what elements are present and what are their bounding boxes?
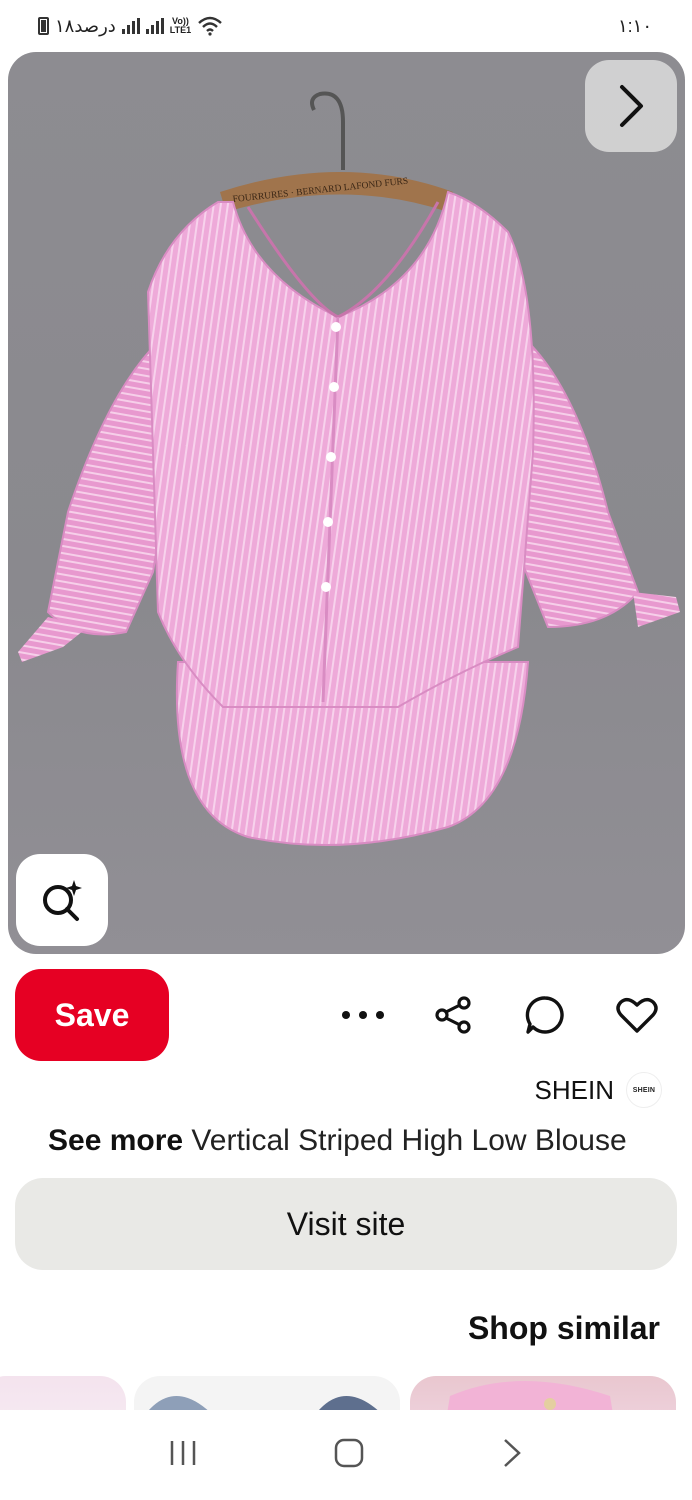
like-button[interactable] [614,992,660,1038]
back-button[interactable] [500,1437,524,1474]
brand-row[interactable]: SHEIN SHEIN [535,1072,662,1108]
pin-title-text: Vertical Striped High Low Blouse [191,1124,627,1157]
home-button[interactable] [333,1437,365,1474]
pin-image[interactable]: FOURRURES · BERNARD LAFOND FURS [8,52,685,954]
pin-title[interactable]: See more Vertical Striped High Low Blous… [48,1124,627,1158]
save-button[interactable]: Save [15,969,169,1061]
comment-button[interactable] [522,992,568,1038]
battery-text: ۱۸درصد [55,15,116,36]
comment-icon [525,996,564,1034]
brand-name[interactable]: SHEIN [535,1075,614,1106]
back-icon [504,1438,522,1467]
more-icon [342,1011,384,1019]
visual-search-icon [43,880,82,921]
status-left: ۱۸درصد Vo)) LTE1 [38,16,223,37]
recent-apps-button[interactable] [168,1438,198,1473]
volte-icon: Vo)) LTE1 [169,16,192,35]
see-more-label[interactable]: See more [48,1124,183,1157]
visual-search-button[interactable] [16,854,108,946]
next-image-button[interactable] [585,60,677,152]
blouse-photo: FOURRURES · BERNARD LAFOND FURS [18,91,680,846]
shop-similar-heading: Shop similar [467,1310,660,1346]
signal-icon [121,18,140,34]
battery-icon [38,17,49,35]
home-icon [334,1438,364,1467]
clock: ۱:۱۰ [617,15,652,36]
share-button[interactable] [430,992,476,1038]
share-icon [435,996,471,1034]
brand-logo[interactable]: SHEIN [626,1072,662,1108]
wifi-icon [198,16,222,36]
signal-icon [145,18,164,34]
heart-icon [616,997,658,1033]
visit-site-button[interactable]: Visit site [15,1178,677,1270]
more-options-button[interactable] [340,992,386,1038]
chevron-right-icon [620,85,643,127]
recent-apps-icon [170,1440,195,1465]
status-bar: ۱۸درصد Vo)) LTE1 ۱:۱۰ [0,0,692,52]
system-nav-bar [0,1410,692,1500]
